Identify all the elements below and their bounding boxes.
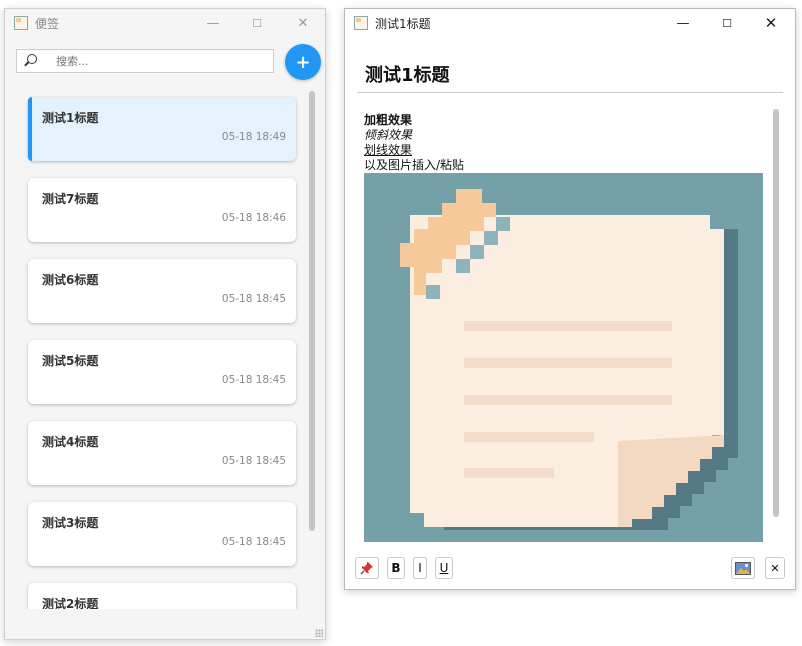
note-card[interactable]: 测试7标题 05-18 18:46 (28, 178, 296, 242)
search-input[interactable] (54, 53, 258, 69)
editor-titlebar[interactable]: 测试1标题 — ☐ ✕ (345, 9, 795, 37)
title-divider (357, 92, 783, 93)
italic-button[interactable]: I (413, 557, 427, 579)
note-card-time: 05-18 18:45 (221, 536, 286, 548)
add-note-button[interactable]: + (285, 44, 321, 80)
close-button[interactable]: ✕ (751, 9, 791, 37)
list-titlebar[interactable]: 便签 — ☐ ✕ (5, 9, 325, 37)
inserted-image (364, 173, 763, 542)
image-icon (735, 561, 751, 575)
minimize-button[interactable]: — (663, 9, 703, 37)
pin-icon (360, 562, 373, 575)
list-scrollbar[interactable] (309, 91, 315, 531)
note-content-editor[interactable]: 加粗效果 倾斜效果 划线效果 以及图片插入/粘贴 (364, 113, 764, 173)
bold-text-line: 加粗效果 (364, 113, 413, 127)
bold-button[interactable]: B (387, 557, 405, 579)
app-icon (354, 16, 368, 30)
note-card-title: 测试2标题 (42, 597, 99, 609)
editor-window-title: 测试1标题 (375, 16, 431, 31)
note-card-time: 05-18 18:49 (221, 131, 286, 143)
note-editor-window: 测试1标题 — ☐ ✕ 测试1标题 加粗效果 倾斜效果 划线效果 以及图片插入/… (344, 8, 796, 590)
note-card[interactable]: 测试6标题 05-18 18:45 (28, 259, 296, 323)
editor-scrollbar[interactable] (773, 109, 779, 517)
minimize-button[interactable]: — (193, 9, 233, 37)
list-window-title: 便签 (35, 16, 60, 31)
app-icon (14, 16, 28, 30)
note-card-time: 05-18 18:45 (221, 374, 286, 386)
note-card-title: 测试4标题 (42, 435, 99, 449)
note-card-title: 测试7标题 (42, 192, 99, 206)
note-card[interactable]: 测试1标题 05-18 18:49 (28, 97, 296, 161)
note-card[interactable]: 测试5标题 05-18 18:45 (28, 340, 296, 404)
search-icon (20, 51, 40, 71)
maximize-button[interactable]: ☐ (237, 9, 277, 37)
close-note-button[interactable]: ✕ (765, 557, 785, 579)
underline-button[interactable]: U (435, 557, 453, 579)
note-card[interactable]: 测试3标题 05-18 18:45 (28, 502, 296, 566)
note-card-title: 测试3标题 (42, 516, 99, 530)
pin-button[interactable] (355, 557, 379, 579)
italic-text-line: 倾斜效果 (364, 128, 413, 142)
note-card[interactable]: 测试4标题 05-18 18:45 (28, 421, 296, 485)
note-card-time: 05-18 18:45 (221, 455, 286, 467)
resize-grip[interactable] (315, 629, 323, 637)
note-list-window: 便签 — ☐ ✕ + 测试1标题 05-18 18:49 测试7标题 05-18… (4, 8, 326, 640)
insert-image-button[interactable] (731, 557, 755, 579)
note-list: 测试1标题 05-18 18:49 测试7标题 05-18 18:46 测试6标… (5, 89, 305, 609)
underline-text-line: 划线效果 (364, 143, 413, 157)
maximize-button[interactable]: ☐ (707, 9, 747, 37)
note-card-title: 测试6标题 (42, 273, 99, 287)
note-card-time: 05-18 18:46 (221, 212, 286, 224)
note-card-time: 05-18 18:45 (221, 293, 286, 305)
plain-text-line: 以及图片插入/粘贴 (364, 158, 465, 172)
search-box (16, 49, 274, 73)
note-card-title: 测试1标题 (42, 111, 99, 125)
note-card-title: 测试5标题 (42, 354, 99, 368)
close-button[interactable]: ✕ (283, 9, 323, 37)
note-title-field[interactable]: 测试1标题 (365, 61, 450, 87)
note-card[interactable]: 测试2标题 (28, 583, 296, 609)
